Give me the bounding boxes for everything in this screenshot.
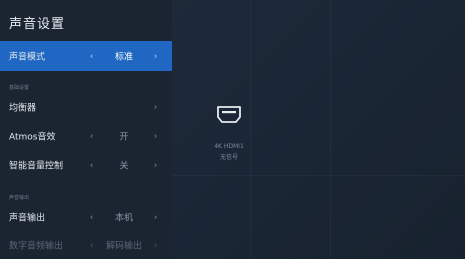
chevron-right-icon[interactable]: › [154,132,157,141]
digital-audio-output-row: 数字音频输出 ‹ 解码输出 › [0,230,172,259]
chevron-left-icon[interactable]: ‹ [90,161,93,170]
chevron-left-icon: ‹ [90,240,94,250]
digital-audio-output-label: 数字音频输出 [9,241,64,252]
sound-output-value: 本机 [114,213,133,224]
background-line [330,0,331,259]
hdmi-port-icon [217,106,241,123]
background-line [250,0,251,259]
equalizer-label: 均衡器 [9,103,37,114]
chevron-right-icon: › [154,240,158,250]
smart-volume-row[interactable]: 智能音量控制 ‹ 关 › [0,150,172,180]
atmos-label: Atmos音效 [9,132,56,143]
background-line [172,175,465,176]
chevron-left-icon[interactable]: ‹ [90,213,93,222]
smart-volume-label: 智能音量控制 [9,161,64,172]
sound-output-label: 声音输出 [9,213,46,224]
atmos-value: 开 [119,132,129,143]
sound-mode-row[interactable]: 声音模式 ‹ 标准 › [0,41,172,71]
sound-settings-panel: 声音设置 声音模式 ‹ 标准 › 基础设置 均衡器 › Atmos音效 ‹ 开 … [0,0,172,259]
sound-mode-value: 标准 [114,52,133,63]
chevron-right-icon[interactable]: › [154,52,157,61]
smart-volume-value: 关 [119,161,129,172]
chevron-left-icon[interactable]: ‹ [90,132,93,141]
source-status: 无信号 [219,154,238,161]
source-name: 4K HDMI1 [214,143,244,150]
section-label-basic: 基础设置 [9,85,30,91]
sound-output-row[interactable]: 声音输出 ‹ 本机 › [0,202,172,232]
digital-audio-output-value: 解码输出 [105,241,142,252]
sound-mode-label: 声音模式 [9,52,46,63]
panel-title: 声音设置 [9,17,66,32]
tv-screen: 声音设置 声音模式 ‹ 标准 › 基础设置 均衡器 › Atmos音效 ‹ 开 … [0,0,465,259]
chevron-right-icon[interactable]: › [154,213,157,222]
atmos-row[interactable]: Atmos音效 ‹ 开 › [0,121,172,151]
section-label-output: 声音输出 [9,195,30,201]
chevron-right-icon[interactable]: › [154,161,157,170]
chevron-left-icon[interactable]: ‹ [90,52,93,61]
chevron-right-icon[interactable]: › [154,103,157,112]
equalizer-row[interactable]: 均衡器 › [0,92,172,122]
